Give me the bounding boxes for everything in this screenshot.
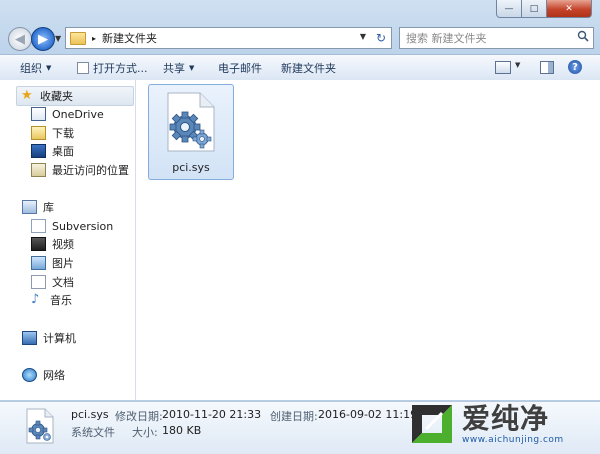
search-box[interactable]: 搜索 新建文件夹 <box>399 27 594 49</box>
address-bar[interactable]: ▸ 新建文件夹 ▼ <box>65 27 372 49</box>
nav-downloads-label: 下载 <box>52 127 74 140</box>
organize-label: 组织 <box>20 62 42 75</box>
details-file-name: pci.sys <box>71 408 109 421</box>
recent-places-icon <box>31 163 46 177</box>
nav-libraries[interactable]: 库 <box>22 198 54 216</box>
star-icon: ★ <box>21 88 33 103</box>
watermark-title: 爱纯净 <box>462 402 550 435</box>
change-view-icon[interactable] <box>495 61 511 74</box>
nav-subversion-label: Subversion <box>52 219 114 233</box>
video-icon <box>31 237 46 251</box>
system-file-gear-icon <box>24 408 56 444</box>
nav-onedrive-label: OneDrive <box>52 107 104 121</box>
nav-favorites[interactable]: ★ 收藏夹 <box>16 86 134 106</box>
share-label: 共享 <box>163 62 185 75</box>
email-label: 电子邮件 <box>218 62 262 75</box>
forward-button[interactable]: ▶ <box>31 27 55 51</box>
preview-pane-icon[interactable] <box>540 61 554 74</box>
libraries-icon <box>22 200 37 214</box>
recent-pages-dropdown-icon[interactable]: ▼ <box>55 34 61 43</box>
file-name[interactable]: pci.sys <box>149 161 233 174</box>
help-icon[interactable]: ? <box>568 60 582 74</box>
nav-desktop-label: 桌面 <box>52 145 74 158</box>
search-icon[interactable] <box>577 30 589 45</box>
nav-onedrive[interactable]: OneDrive <box>31 105 104 123</box>
details-file-type: 系统文件 <box>71 426 115 439</box>
open-with-icon <box>77 62 89 74</box>
details-created-label: 创建日期: <box>270 410 318 423</box>
computer-icon <box>22 331 37 345</box>
nav-network[interactable]: 网络 <box>22 366 65 384</box>
breadcrumb-current-folder[interactable]: 新建文件夹 <box>102 30 157 46</box>
breadcrumb-arrow-icon[interactable]: ▸ <box>92 34 96 43</box>
pictures-icon <box>31 256 46 270</box>
nav-downloads[interactable]: 下载 <box>31 124 74 142</box>
minimize-button[interactable]: — <box>496 0 522 18</box>
nav-documents-label: 文档 <box>52 276 74 289</box>
subversion-library-icon <box>31 219 46 233</box>
nav-recent[interactable]: 最近访问的位置 <box>31 161 129 179</box>
details-size-label: 大小: <box>132 426 158 439</box>
downloads-folder-icon <box>31 126 46 140</box>
open-with-label: 打开方式... <box>93 62 148 75</box>
music-note-icon: ♪ <box>31 292 40 307</box>
share-menu[interactable]: 共享 ▼ <box>163 60 194 76</box>
organize-menu[interactable]: 组织 ▼ <box>20 60 51 76</box>
view-options-dropdown-icon[interactable]: ▼ <box>515 61 520 69</box>
maximize-button[interactable]: □ <box>522 0 547 18</box>
system-file-gear-icon <box>162 91 218 153</box>
nav-videos-label: 视频 <box>52 238 74 251</box>
command-bar: 组织 ▼ 打开方式... 共享 ▼ 电子邮件 新建文件夹 ▼ ? <box>0 54 600 81</box>
chevron-down-icon: ▼ <box>189 64 195 72</box>
network-icon <box>22 368 37 382</box>
details-modified-label: 修改日期: <box>115 410 163 423</box>
details-size-value: 180 KB <box>162 424 202 437</box>
nav-network-label: 网络 <box>43 369 65 382</box>
address-row: ◀ ▶ ▼ ▸ 新建文件夹 ▼ ↻ 搜索 新建文件夹 <box>0 25 600 51</box>
navigation-pane: ★ 收藏夹 OneDrive 下载 桌面 最近访问的位置 库 Subversio… <box>0 80 136 400</box>
address-dropdown-icon[interactable]: ▼ <box>360 32 366 41</box>
new-folder-label: 新建文件夹 <box>281 62 336 75</box>
folder-icon <box>70 31 86 45</box>
watermark-logo <box>408 401 456 447</box>
nav-pictures[interactable]: 图片 <box>31 254 74 272</box>
nav-documents[interactable]: 文档 <box>31 273 74 291</box>
back-button[interactable]: ◀ <box>8 27 32 51</box>
file-item[interactable]: pci.sys <box>148 84 234 180</box>
refresh-button[interactable]: ↻ <box>371 27 392 49</box>
onedrive-icon <box>31 107 46 121</box>
explorer-window: — □ ✕ ◀ ▶ ▼ ▸ 新建文件夹 ▼ ↻ 搜索 新建文件夹 组织 ▼ 打开方… <box>0 0 600 454</box>
new-folder-button[interactable]: 新建文件夹 <box>281 60 336 76</box>
watermark-url: www.aichunjing.com <box>462 435 564 445</box>
nav-computer-label: 计算机 <box>43 332 76 345</box>
documents-icon <box>31 275 46 289</box>
nav-subversion[interactable]: Subversion <box>31 217 113 235</box>
search-placeholder: 搜索 新建文件夹 <box>406 32 487 45</box>
desktop-icon <box>31 144 46 158</box>
nav-libraries-label: 库 <box>43 201 54 214</box>
chevron-down-icon: ▼ <box>46 64 52 72</box>
email-button[interactable]: 电子邮件 <box>218 60 262 76</box>
nav-recent-label: 最近访问的位置 <box>52 164 129 177</box>
nav-music-label: 音乐 <box>50 294 72 307</box>
title-bar: — □ ✕ <box>0 0 600 22</box>
close-button[interactable]: ✕ <box>547 0 592 18</box>
nav-computer[interactable]: 计算机 <box>22 329 76 347</box>
file-list-area[interactable]: pci.sys <box>136 80 600 400</box>
details-modified-value: 2010-11-20 21:33 <box>162 408 262 421</box>
nav-music[interactable]: ♪ 音乐 <box>31 291 72 309</box>
open-with-button[interactable]: 打开方式... <box>77 60 148 76</box>
window-controls: — □ ✕ <box>496 0 592 18</box>
nav-desktop[interactable]: 桌面 <box>31 142 74 160</box>
nav-videos[interactable]: 视频 <box>31 235 74 253</box>
nav-favorites-label: 收藏夹 <box>40 90 73 103</box>
watermark: 爱纯净 www.aichunjing.com <box>408 397 598 451</box>
nav-pictures-label: 图片 <box>52 257 74 270</box>
details-created-value: 2016-09-02 11:19 <box>318 408 418 421</box>
